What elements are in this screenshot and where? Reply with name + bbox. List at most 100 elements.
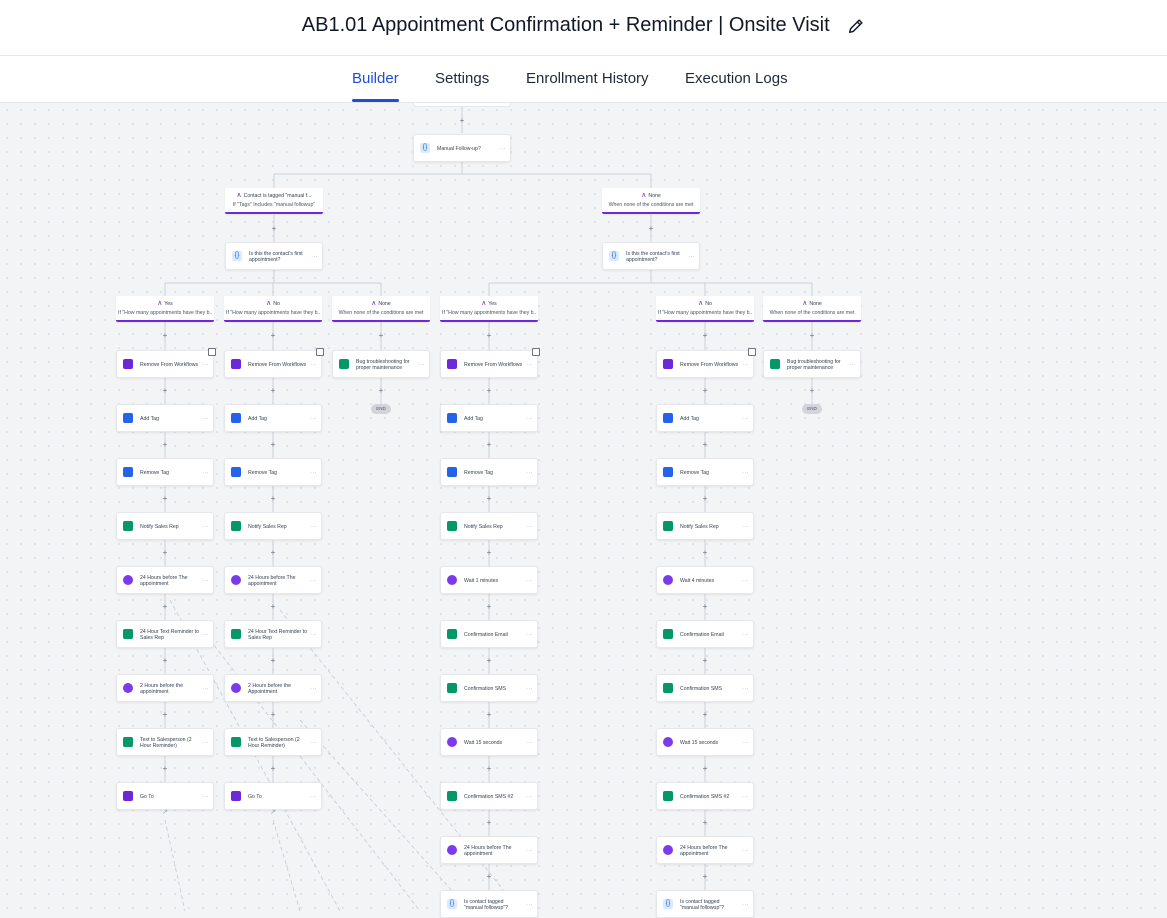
add-step-button[interactable]: + [269,711,277,719]
workflow-action-node[interactable]: Remove From Workflows ··· [656,348,756,378]
add-step-button[interactable]: + [485,387,493,395]
node-menu-button[interactable]: ··· [202,794,209,800]
add-step-button[interactable]: + [485,603,493,611]
add-step-button[interactable]: + [485,873,493,881]
node-menu-button[interactable]: ··· [742,740,749,746]
workflow-action-node[interactable]: Add Tag ··· [656,404,754,432]
add-step-button[interactable]: + [269,387,277,395]
previous-step-node[interactable] [413,103,511,107]
node-menu-button[interactable]: ··· [849,362,856,368]
workflow-action-node[interactable]: Wait 1 minutes ··· [440,566,538,594]
node-menu-button[interactable]: ··· [526,686,533,692]
node-menu-button[interactable]: ··· [310,578,317,584]
node-menu-button[interactable]: ··· [310,416,317,422]
workflow-action-node[interactable]: 24 Hours before The appointment ··· [656,836,754,864]
workflow-action-node[interactable]: Confirmation SMS ··· [656,674,754,702]
add-step-button[interactable]: + [701,549,709,557]
node-menu-button[interactable]: ··· [742,524,749,530]
node-menu-button[interactable]: ··· [202,632,209,638]
add-step-button[interactable]: + [161,711,169,719]
add-step-button[interactable]: + [377,387,385,395]
workflow-action-node[interactable]: {} Is this the contact's first appointmen… [225,242,323,270]
node-menu-button[interactable]: ··· [742,416,749,422]
add-step-button[interactable]: + [808,387,816,395]
goto-link-icon[interactable]: ↗ [269,809,277,817]
node-menu-button[interactable]: ··· [202,578,209,584]
workflow-action-node[interactable]: Confirmation SMS ··· [440,674,538,702]
add-step-button[interactable]: + [269,441,277,449]
workflow-action-node[interactable]: Go To ··· [116,782,214,810]
workflow-action-node[interactable]: 24 Hour Text Reminder to Sales Rep ··· [224,620,322,648]
workflow-action-node[interactable]: Remove From Workflows ··· [116,348,216,378]
branch-node[interactable]: ∧ Yes If "How many appointments have they… [440,296,538,322]
add-step-button[interactable]: + [485,765,493,773]
add-step-button[interactable]: + [161,332,169,340]
workflow-action-node[interactable]: Bug troubleshooting for proper maintenan… [332,350,430,378]
workflow-action-node[interactable]: 24 Hours before The appointment ··· [116,566,214,594]
workflow-action-node[interactable]: Confirmation Email ··· [440,620,538,648]
branch-node[interactable]: ∧ Yes If "How many appointments have they… [116,296,214,322]
node-menu-button[interactable]: ··· [526,740,533,746]
node-menu-button[interactable]: ··· [202,740,209,746]
node-menu-button[interactable]: ··· [310,632,317,638]
node-menu-button[interactable]: ··· [526,416,533,422]
workflow-action-node[interactable]: {} Is this the contact's first appointmen… [602,242,700,270]
node-menu-button[interactable]: ··· [310,362,317,368]
add-step-button[interactable]: + [485,711,493,719]
node-menu-button[interactable]: ··· [742,470,749,476]
workflow-action-node[interactable]: 24 Hours before The appointment ··· [440,836,538,864]
branch-node[interactable]: ∧ None When none of the conditions are me… [763,296,861,322]
workflow-action-node[interactable]: Add Tag ··· [224,404,322,432]
node-menu-button[interactable]: ··· [202,416,209,422]
node-menu-button[interactable]: ··· [742,578,749,584]
workflow-action-node[interactable]: Notify Sales Rep ··· [224,512,322,540]
workflow-action-node[interactable]: Remove From Workflows ··· [440,348,540,378]
external-link-icon[interactable] [208,348,216,356]
workflow-action-node[interactable]: Notify Sales Rep ··· [116,512,214,540]
add-step-button[interactable]: + [458,117,466,125]
add-step-button[interactable]: + [485,819,493,827]
add-step-button[interactable]: + [808,332,816,340]
workflow-action-node[interactable]: Remove Tag ··· [116,458,214,486]
branch-node[interactable]: ∧ No If "How many appointments have they … [656,296,754,322]
node-menu-button[interactable]: ··· [742,848,749,854]
add-step-button[interactable]: + [161,549,169,557]
node-menu-button[interactable]: ··· [526,470,533,476]
add-step-button[interactable]: + [485,549,493,557]
add-step-button[interactable]: + [701,603,709,611]
add-step-button[interactable]: + [485,657,493,665]
add-step-button[interactable]: + [161,387,169,395]
node-menu-button[interactable]: ··· [202,362,209,368]
workflow-action-node[interactable]: Text to Salesperson (2 Hour Reminder) ··· [116,728,214,756]
workflow-action-node[interactable]: Add Tag ··· [116,404,214,432]
node-menu-button[interactable]: ··· [310,740,317,746]
workflow-action-node[interactable]: {} Is contact tagged "manual followup"? ··… [440,890,538,918]
add-step-button[interactable]: + [647,225,655,233]
node-menu-button[interactable]: ··· [499,146,506,152]
node-menu-button[interactable]: ··· [311,254,318,260]
add-step-button[interactable]: + [701,657,709,665]
workflow-action-node[interactable]: Remove Tag ··· [440,458,538,486]
node-menu-button[interactable]: ··· [526,362,533,368]
branch-node[interactable]: ∧ Contact is tagged "manual f... If "Tags… [225,188,323,214]
workflow-action-node[interactable]: {} Manual Follow-up? ··· [413,134,511,162]
goto-link-icon[interactable]: ↗ [161,809,169,817]
node-menu-button[interactable]: ··· [742,686,749,692]
node-menu-button[interactable]: ··· [526,794,533,800]
branch-node[interactable]: ∧ No If "How many appointments have they … [224,296,322,322]
workflow-action-node[interactable]: Notify Sales Rep ··· [440,512,538,540]
add-step-button[interactable]: + [485,441,493,449]
add-step-button[interactable]: + [701,495,709,503]
node-menu-button[interactable]: ··· [202,470,209,476]
node-menu-button[interactable]: ··· [526,902,533,908]
add-step-button[interactable]: + [701,873,709,881]
add-step-button[interactable]: + [161,765,169,773]
workflow-action-node[interactable]: Wait 15 seconds ··· [656,728,754,756]
workflow-action-node[interactable]: Wait 15 seconds ··· [440,728,538,756]
add-step-button[interactable]: + [269,332,277,340]
add-step-button[interactable]: + [701,441,709,449]
workflow-action-node[interactable]: 24 Hours before The appointment ··· [224,566,322,594]
external-link-icon[interactable] [532,348,540,356]
node-menu-button[interactable]: ··· [310,794,317,800]
add-step-button[interactable]: + [269,657,277,665]
